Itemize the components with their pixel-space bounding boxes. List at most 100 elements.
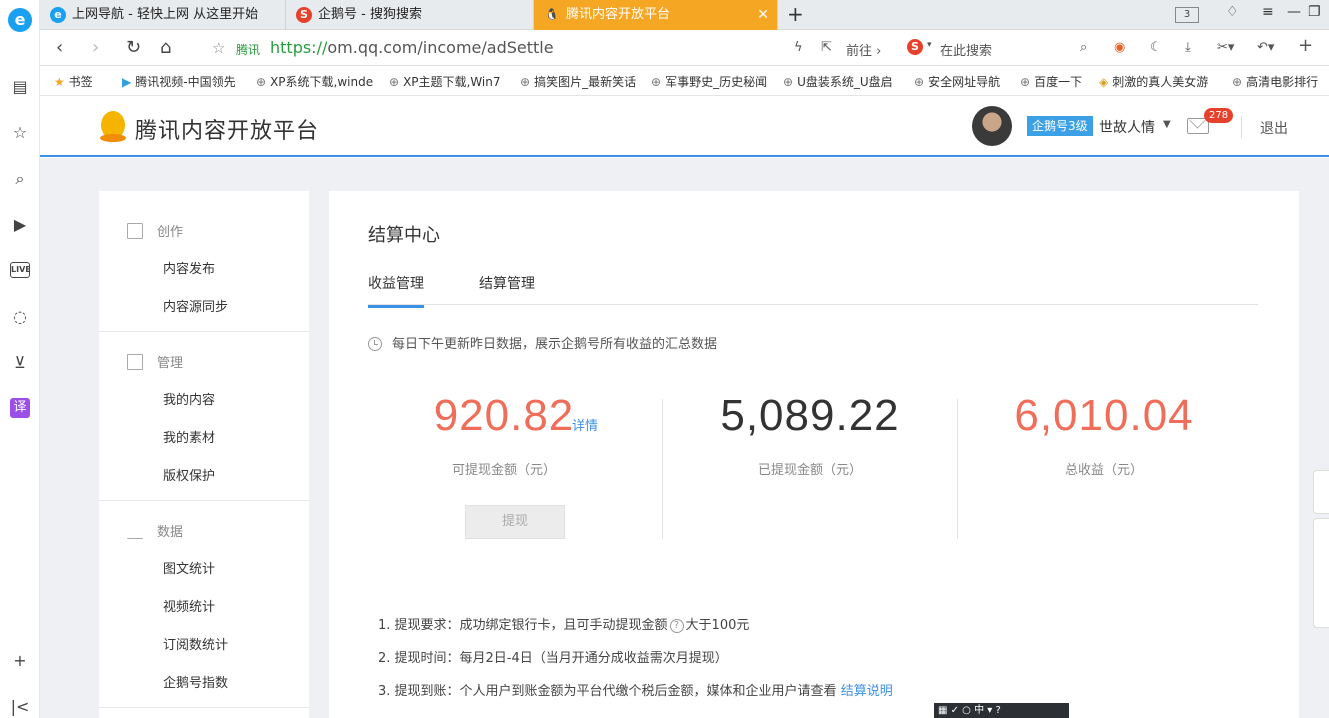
- night-mode-icon[interactable]: ☾: [1150, 40, 1162, 55]
- clock-icon: [368, 337, 382, 351]
- scissors-icon[interactable]: ✂▾: [1217, 40, 1234, 55]
- rule-text: 1. 提现要求：成功绑定银行卡，且可手动提现金额: [378, 618, 668, 633]
- search-icon[interactable]: ⌕: [1080, 40, 1087, 55]
- username[interactable]: 世故人情: [1099, 117, 1155, 137]
- bookmark-item[interactable]: ⊕ 百度一下: [1020, 73, 1092, 90]
- browser-logo-icon[interactable]: e: [8, 8, 32, 32]
- bookmark-item[interactable]: ⊕ XP系统下载,winde: [256, 73, 376, 90]
- bookmark-item[interactable]: ▶ 腾讯视频-中国领先: [122, 73, 242, 90]
- search-engine-icon[interactable]: S: [907, 39, 923, 55]
- reader-icon[interactable]: ▤: [9, 76, 31, 98]
- back-icon[interactable]: ‹: [56, 37, 63, 58]
- undo-icon[interactable]: ↶▾: [1257, 40, 1274, 55]
- nav-item-article-stats[interactable]: 图文统计: [163, 558, 215, 577]
- nav-item-content-publish[interactable]: 内容发布: [163, 258, 215, 277]
- settlement-panel: 结算中心 收益管理 结算管理 每日下午更新昨日数据，展示企鹅号所有收益的汇总数据…: [329, 191, 1299, 718]
- tab-sogou[interactable]: S 企鹅号 - 搜狗搜索: [286, 0, 534, 30]
- bookmarks-button[interactable]: ★ 书签: [54, 73, 93, 90]
- tab-title: 腾讯内容开放平台: [566, 7, 671, 22]
- bookmark-item[interactable]: ⊕ 军事野史_历史秘闻: [651, 73, 769, 90]
- nav-group-create: 创作: [127, 221, 183, 240]
- translate-icon[interactable]: 译: [10, 398, 30, 418]
- detail-link[interactable]: 详情: [572, 415, 598, 434]
- bookmark-item[interactable]: ⊕ XP主题下载,Win7: [389, 73, 507, 90]
- url-field[interactable]: https://om.qq.com/income/adSettle: [270, 38, 554, 57]
- menu-icon[interactable]: ≡: [1262, 4, 1274, 20]
- search-icon[interactable]: ⌕: [9, 168, 31, 190]
- close-icon[interactable]: ✕: [757, 0, 769, 30]
- level-badge[interactable]: 企鹅号3级: [1027, 116, 1093, 136]
- nav-item-penguin-index[interactable]: 企鹅号指数: [163, 672, 228, 691]
- play-icon: ▶: [122, 75, 132, 89]
- video-icon[interactable]: ▶: [9, 214, 31, 236]
- stat-label: 总收益（元）: [1064, 463, 1143, 478]
- nav-item-source-sync[interactable]: 内容源同步: [163, 296, 228, 315]
- chat-icon[interactable]: ◌: [9, 306, 31, 328]
- minimize-icon[interactable]: —: [1287, 4, 1301, 20]
- rule-text: 3. 提现到账：个人用户到账金额为平台代缴个税后金额，媒体和企业用户请查看: [378, 684, 837, 699]
- flash-icon[interactable]: ϟ: [794, 40, 803, 55]
- settlement-explanation-link[interactable]: 结算说明: [841, 684, 893, 699]
- bookmark-item[interactable]: ⊕ U盘装系统_U盘启: [783, 73, 901, 90]
- stat-withdrawn: 5,089.22 已提现金额（元）: [695, 391, 925, 478]
- bookmark-item[interactable]: ⊕ 安全网址导航: [914, 73, 1014, 90]
- favorites-star-icon[interactable]: ☆: [9, 122, 31, 144]
- restore-icon[interactable]: ❐: [1308, 4, 1321, 20]
- tab-income-management[interactable]: 收益管理: [368, 273, 424, 308]
- tab-count-badge[interactable]: 3: [1175, 7, 1199, 23]
- game-icon[interactable]: ◉: [1114, 40, 1125, 55]
- download-icon[interactable]: ⤓: [1185, 40, 1191, 55]
- nav-group-title: 数据: [157, 525, 184, 540]
- forward-icon[interactable]: ›: [92, 37, 99, 58]
- logout-link[interactable]: 退出: [1260, 118, 1288, 138]
- share-icon[interactable]: ⇱: [821, 40, 832, 55]
- chevron-down-icon[interactable]: ▾: [927, 40, 932, 50]
- stat-total-income: 6,010.04 总收益（元）: [989, 391, 1219, 478]
- bookmark-item[interactable]: ⊕ 搞笑图片_最新笑话: [520, 73, 638, 90]
- nav-item-subscriber-stats[interactable]: 订阅数统计: [163, 634, 228, 653]
- globe-icon: ⊕: [389, 75, 400, 89]
- penguin-logo-icon[interactable]: [98, 110, 128, 142]
- skin-icon[interactable]: ♢: [1226, 4, 1239, 20]
- bookmark-label: 高清电影排行: [1246, 75, 1319, 89]
- bookmark-item[interactable]: ⊕ 高清电影排行: [1232, 73, 1329, 90]
- add-icon[interactable]: +: [1298, 35, 1313, 56]
- bookmark-label: U盘装系统_U盘启: [797, 75, 893, 89]
- bookmark-star-icon[interactable]: ☆: [212, 39, 225, 57]
- ie-icon: e: [50, 7, 66, 23]
- help-icon[interactable]: ?: [669, 619, 684, 633]
- tab-tencent[interactable]: 🐧 腾讯内容开放平台 ✕: [534, 0, 778, 30]
- nav-item-my-materials[interactable]: 我的素材: [163, 427, 215, 446]
- bookmark-label: 搞笑图片_最新笑话: [534, 75, 637, 89]
- divider: [99, 707, 309, 708]
- nav-item-my-content[interactable]: 我的内容: [163, 389, 215, 408]
- tab-settlement-management[interactable]: 结算管理: [479, 273, 535, 305]
- url-scheme: https://: [270, 38, 328, 57]
- go-button[interactable]: 前往 ›: [846, 40, 881, 59]
- update-notice: 每日下午更新昨日数据，展示企鹅号所有收益的汇总数据: [368, 333, 717, 352]
- collapse-icon[interactable]: |<: [9, 696, 31, 718]
- nav-item-video-stats[interactable]: 视频统计: [163, 596, 215, 615]
- ime-toolbar[interactable]: ▦ ✓ ○ 中 ▾ ?: [934, 703, 1069, 718]
- nav-group-title: 管理: [157, 356, 184, 371]
- floating-feedback-tab[interactable]: [1313, 470, 1329, 514]
- floating-tools-tab[interactable]: [1313, 518, 1329, 628]
- avatar[interactable]: [972, 106, 1012, 146]
- add-icon[interactable]: +: [9, 650, 31, 672]
- new-tab-icon[interactable]: +: [787, 2, 804, 26]
- search-input[interactable]: 在此搜索: [940, 40, 992, 59]
- home-icon[interactable]: ⌂: [160, 37, 171, 58]
- nav-item-copyright[interactable]: 版权保护: [163, 465, 215, 484]
- globe-icon: ⊕: [256, 75, 267, 89]
- tab-nav[interactable]: e 上网导航 - 轻快上网 从这里开始: [40, 0, 286, 30]
- globe-icon: ⊕: [1020, 75, 1031, 89]
- cart-icon[interactable]: ⊻: [9, 352, 31, 374]
- live-icon[interactable]: LIVE: [10, 262, 31, 278]
- bar-chart-icon: [127, 523, 143, 539]
- penguin-icon: 🐧: [545, 8, 559, 21]
- withdraw-button[interactable]: 提现: [465, 505, 565, 539]
- bookmark-item[interactable]: ◈ 刺激的真人美女游: [1099, 73, 1219, 90]
- refresh-icon[interactable]: ↻: [126, 37, 141, 58]
- chevron-down-icon[interactable]: ▼: [1163, 119, 1171, 130]
- site-logo-text[interactable]: 腾讯内容开放平台: [135, 113, 319, 145]
